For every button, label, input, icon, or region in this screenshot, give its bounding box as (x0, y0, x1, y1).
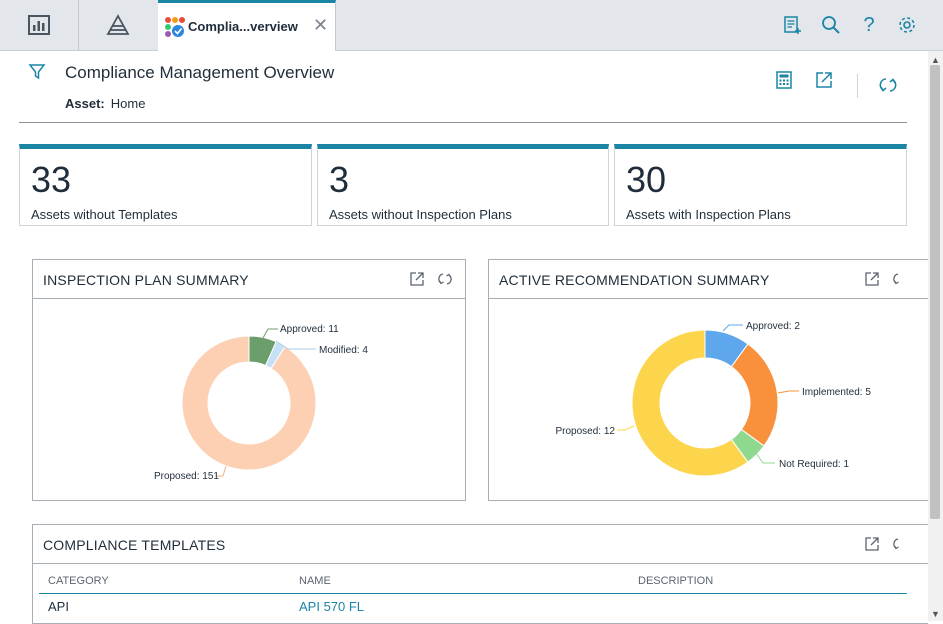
table-header-rule (39, 593, 907, 594)
refresh-icon[interactable] (892, 271, 908, 287)
refresh-icon[interactable] (437, 271, 453, 287)
open-external-icon[interactable] (864, 271, 880, 287)
inspection-plan-donut-chart: Approved: 11 Modified: 4 Proposed: 151 (154, 324, 368, 482)
asset-value: Home (110, 96, 146, 111)
compliance-app-icon (165, 17, 185, 37)
kpi-card-assets-without-templates[interactable]: 33 Assets without Templates (19, 144, 312, 226)
pyramid-icon (106, 14, 130, 35)
inspection-plan-summary-panel: INSPECTION PLAN SUMMARY Approved: 11 Mod… (32, 259, 466, 501)
header-divider (19, 122, 907, 123)
panel-title: COMPLIANCE TEMPLATES (43, 537, 226, 553)
kpi-value: 30 (626, 159, 667, 200)
kpi-label: Assets without Inspection Plans (329, 207, 512, 222)
kpi-value: 3 (329, 159, 350, 200)
vertical-scrollbar[interactable]: ▲ ▼ (928, 51, 943, 621)
table-cell-name-link[interactable]: API 570 FL (299, 599, 364, 614)
top-tab-bar: Complia...verview ✕ ? (0, 0, 943, 51)
notes-icon[interactable] (781, 14, 803, 36)
active-recommendation-donut-chart: Approved: 2 Implemented: 5 Not Required:… (556, 321, 871, 477)
data-label-approved: Approved: 11 (280, 324, 339, 335)
calculator-icon[interactable] (774, 70, 794, 90)
search-icon[interactable] (820, 14, 842, 36)
tab-compliance-overview[interactable]: Complia...verview ✕ (158, 0, 336, 51)
refresh-icon[interactable] (892, 536, 908, 552)
scroll-thumb[interactable] (930, 65, 940, 519)
leader-line-proposed (617, 425, 635, 431)
data-label-proposed: Proposed: 12 (556, 426, 616, 437)
open-external-icon[interactable] (864, 536, 880, 552)
column-header-category[interactable]: CATEGORY (48, 575, 109, 587)
gear-icon[interactable] (896, 14, 918, 36)
panel-title: INSPECTION PLAN SUMMARY (43, 272, 249, 288)
column-header-name[interactable]: NAME (299, 575, 331, 587)
kpi-value: 33 (31, 159, 72, 200)
filter-icon[interactable] (28, 63, 46, 81)
asset-context: Asset: Home (65, 96, 145, 111)
scroll-up-arrow-icon[interactable]: ▲ (931, 55, 940, 65)
refresh-icon[interactable] (878, 75, 898, 95)
tab-dashboard[interactable] (0, 0, 79, 50)
compliance-templates-panel: COMPLIANCE TEMPLATES CATEGORY NAME DESCR… (32, 524, 928, 624)
active-recommendation-summary-panel: ACTIVE RECOMMENDATION SUMMARY Approved: … (488, 259, 928, 501)
panel-header: COMPLIANCE TEMPLATES (33, 525, 928, 564)
column-header-description[interactable]: DESCRIPTION (638, 575, 713, 587)
panel-title: ACTIVE RECOMMENDATION SUMMARY (499, 272, 770, 288)
scroll-down-arrow-icon[interactable]: ▼ (931, 609, 940, 619)
data-label-modified: Modified: 4 (319, 345, 368, 356)
kpi-label: Assets without Templates (31, 207, 178, 222)
data-label-proposed: Proposed: 151 (154, 471, 219, 482)
tab-label: Complia...verview (188, 19, 298, 34)
help-icon[interactable]: ? (858, 14, 880, 36)
leader-line-approved (262, 328, 278, 339)
data-label-approved: Approved: 2 (746, 321, 800, 332)
kpi-label: Assets with Inspection Plans (626, 207, 791, 222)
open-external-icon[interactable] (814, 70, 834, 90)
dashboard-icon (28, 15, 50, 35)
page-title: Compliance Management Overview (65, 63, 335, 82)
kpi-card-assets-without-inspection-plans[interactable]: 3 Assets without Inspection Plans (317, 144, 609, 226)
leader-line-implemented (777, 390, 799, 394)
table-cell-category: API (48, 599, 69, 614)
leader-line-approved (722, 324, 743, 332)
asset-label: Asset: (65, 96, 105, 111)
data-label-not-required: Not Required: 1 (779, 459, 849, 470)
header-separator (857, 74, 858, 98)
donut-slice-implemented[interactable] (730, 343, 779, 447)
close-icon[interactable]: ✕ (313, 15, 328, 36)
open-external-icon[interactable] (409, 271, 425, 287)
panel-header: INSPECTION PLAN SUMMARY (33, 260, 465, 299)
kpi-card-assets-with-inspection-plans[interactable]: 30 Assets with Inspection Plans (614, 144, 907, 226)
tab-pyramid[interactable] (78, 0, 159, 50)
panel-header: ACTIVE RECOMMENDATION SUMMARY (489, 260, 928, 299)
data-label-implemented: Implemented: 5 (802, 387, 871, 398)
